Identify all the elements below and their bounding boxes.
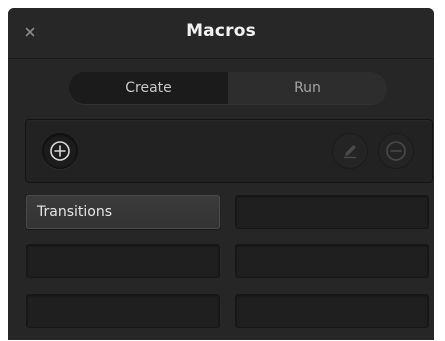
remove-macro-button[interactable] [378,133,414,169]
macro-toolbar [25,119,433,183]
mode-tabs: Create Run [69,72,387,104]
macro-slot-label: Transitions [37,204,112,220]
window-title: Macros [186,21,256,41]
tab-run[interactable]: Run [228,72,387,104]
title-bar: Macros [8,8,434,59]
minus-circle-icon [386,141,406,161]
tab-create[interactable]: Create [69,72,228,104]
pencil-icon [344,145,356,159]
macro-slot-5[interactable] [26,294,220,328]
edit-macro-button[interactable] [332,133,368,169]
plus-circle-icon [50,141,70,161]
macro-slot-1[interactable]: Transitions [26,195,220,229]
macro-slot-2[interactable] [235,195,429,229]
macros-panel: Macros Create Run Transitions [8,8,434,340]
add-macro-button[interactable] [42,133,78,169]
macro-slot-3[interactable] [26,244,220,278]
macro-slot-6[interactable] [235,294,429,328]
macro-slot-4[interactable] [235,244,429,278]
